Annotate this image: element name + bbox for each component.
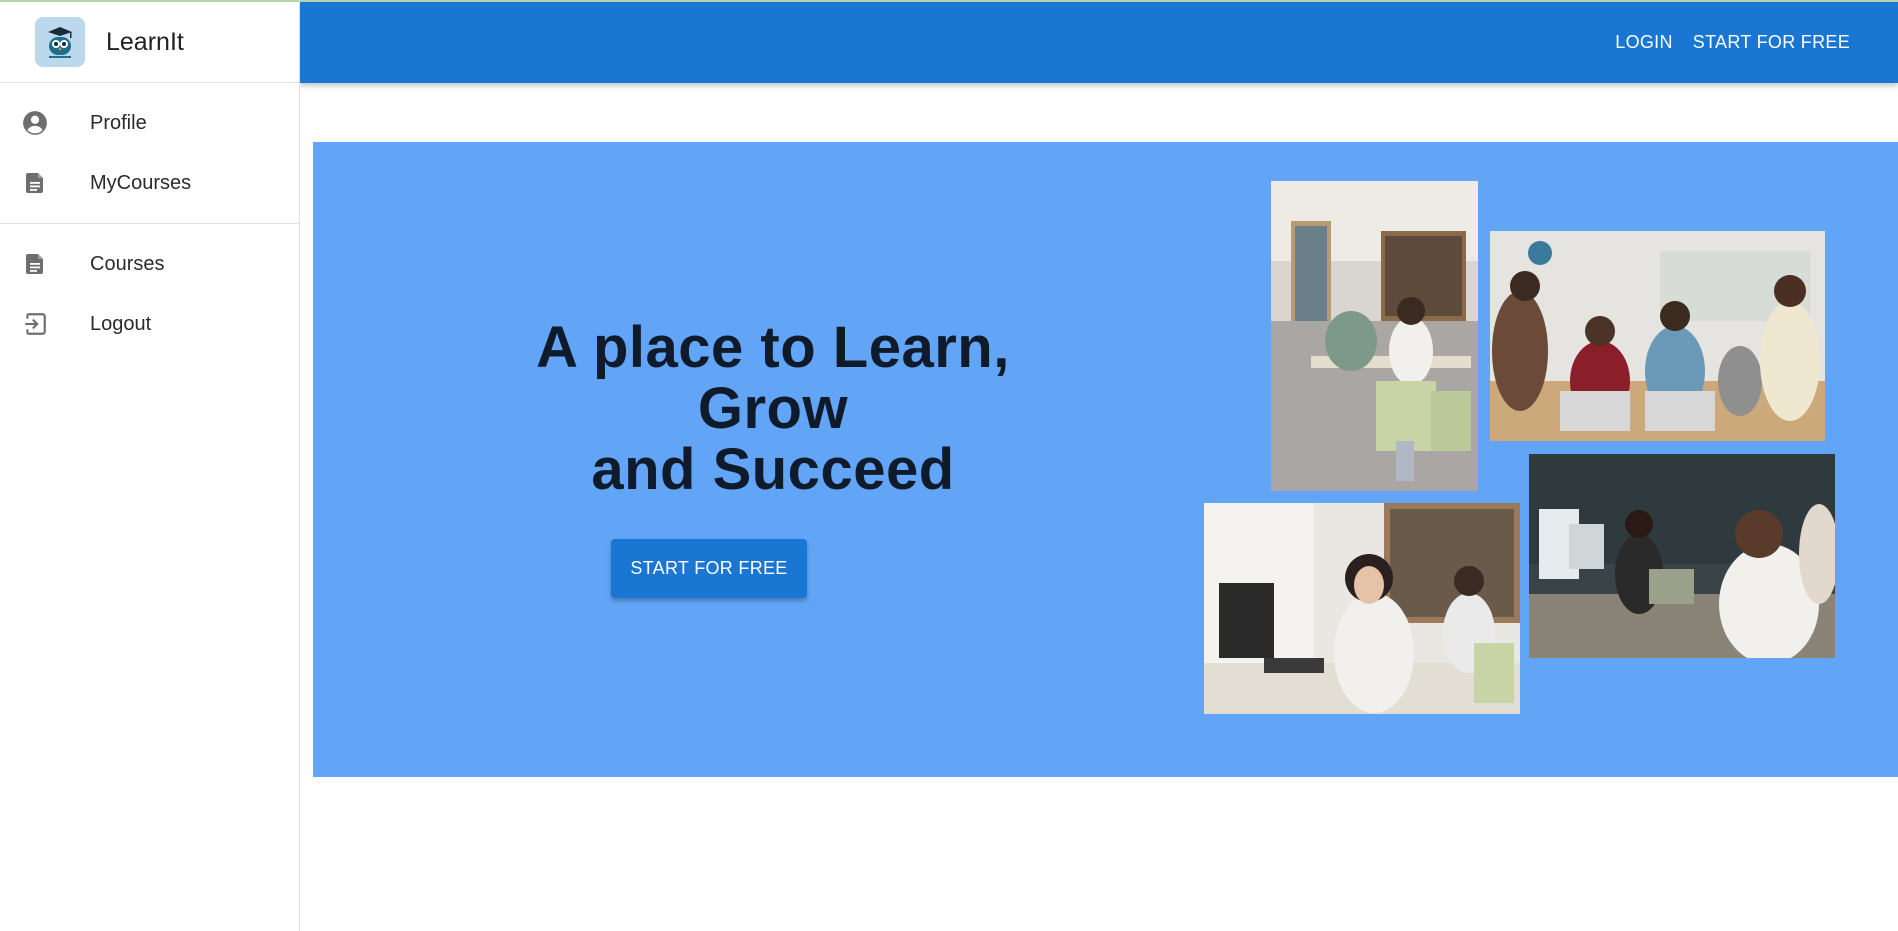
sidebar-item-mycourses[interactable]: MyCourses bbox=[0, 153, 299, 213]
hero-title: A place to Learn, Grow and Succeed bbox=[493, 317, 1053, 500]
login-button[interactable]: LOGIN bbox=[1605, 24, 1683, 61]
document-icon bbox=[22, 251, 48, 277]
classroom-raised-hands-photo bbox=[1490, 231, 1825, 441]
group-study-laptop-photo bbox=[1529, 454, 1835, 658]
sidebar-item-courses[interactable]: Courses bbox=[0, 234, 299, 294]
hero-title-line: Grow bbox=[697, 376, 849, 441]
hero-banner: A place to Learn, Grow and Succeed START… bbox=[313, 142, 1898, 777]
brand-header: LearnIt bbox=[0, 0, 299, 83]
owl-logo-icon[interactable] bbox=[35, 17, 85, 67]
start-for-free-top-button[interactable]: START FOR FREE bbox=[1683, 24, 1860, 61]
library-students-photo bbox=[1271, 181, 1478, 491]
sidebar-item-label: MyCourses bbox=[90, 171, 192, 194]
sidebar-item-label: Courses bbox=[90, 252, 165, 275]
start-for-free-hero-button[interactable]: START FOR FREE bbox=[611, 539, 807, 598]
hero-title-line: A place to Learn, bbox=[536, 315, 1010, 380]
document-icon bbox=[22, 170, 48, 196]
top-app-bar: LOGIN START FOR FREE bbox=[300, 0, 1898, 83]
sidebar: LearnIt Profile MyCourses Courses Logout bbox=[0, 0, 300, 931]
brand-name: LearnIt bbox=[106, 27, 184, 56]
sidebar-item-logout[interactable]: Logout bbox=[0, 294, 299, 354]
hero-title-line: and Succeed bbox=[591, 437, 955, 502]
top-actions: LOGIN START FOR FREE bbox=[1605, 2, 1860, 83]
sidebar-item-profile[interactable]: Profile bbox=[0, 93, 299, 153]
sidebar-item-label: Profile bbox=[90, 111, 147, 134]
account-circle-icon bbox=[22, 110, 48, 136]
logout-icon bbox=[22, 311, 48, 337]
sidebar-item-label: Logout bbox=[90, 312, 152, 335]
sidebar-group-main: Courses Logout bbox=[0, 224, 299, 364]
sidebar-group-account: Profile MyCourses bbox=[0, 83, 299, 224]
app-root: LearnIt Profile MyCourses Courses Logout… bbox=[0, 0, 1898, 931]
computer-lab-student-photo bbox=[1204, 503, 1520, 714]
